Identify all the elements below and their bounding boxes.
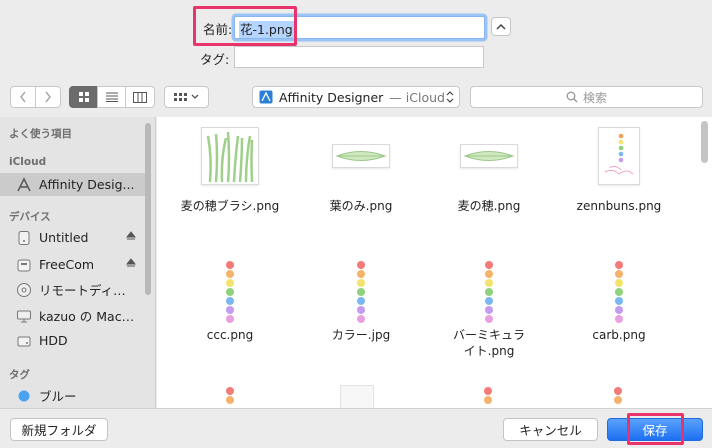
document-image-icon: [604, 133, 634, 175]
chevron-right-icon: [45, 91, 51, 103]
sidebar-item-remote-disc[interactable]: リモートディ…: [0, 278, 146, 301]
sidebar-item-label: Affinity Desig...: [39, 177, 135, 192]
app-store-icon: [17, 176, 31, 191]
file-item[interactable]: ccc.png: [165, 257, 295, 343]
arrange-icon: [173, 93, 198, 101]
sidebar-item-untitled[interactable]: Untitled: [0, 226, 146, 249]
color-dots-image: [225, 261, 235, 323]
file-item[interactable]: 麦の穂.png: [424, 127, 554, 214]
optical-disc-icon: [17, 282, 31, 297]
file-name: carb.png: [592, 328, 646, 342]
file-item[interactable]: バーミキュライト.png: [424, 257, 554, 359]
sidebar-item-tag-blue[interactable]: ブルー: [0, 384, 146, 407]
name-highlight-box: [193, 6, 297, 46]
file-item[interactable]: 葉のみ.png: [296, 127, 426, 214]
app-folder-icon: [259, 90, 273, 104]
file-name: 麦の穂.png: [457, 199, 521, 213]
file-thumbnail: [479, 257, 499, 323]
file-thumbnail: [351, 257, 371, 323]
color-dots-image: [356, 261, 366, 323]
leaf-image-icon: [463, 151, 515, 161]
external-disk-icon: [17, 259, 31, 271]
grid-icon: [78, 92, 89, 102]
computer-icon: [17, 310, 31, 322]
main-scrollbar[interactable]: [701, 121, 708, 163]
search-input[interactable]: 検索: [470, 86, 703, 108]
file-thumbnail: [460, 144, 518, 168]
disk-icon: [17, 336, 31, 346]
sidebar-section-devices: デバイス: [9, 211, 51, 223]
sidebar-section-tags: タグ: [9, 369, 30, 381]
column-view-button[interactable]: [125, 86, 155, 108]
arrange-menu-button[interactable]: [164, 86, 209, 108]
search-placeholder: 検索: [582, 90, 607, 105]
file-name: カラー.jpg: [331, 328, 391, 342]
file-name: ccc.png: [206, 328, 254, 342]
location-popup[interactable]: Affinity Designer — iCloud: [252, 86, 460, 108]
tag-input[interactable]: [234, 46, 484, 68]
icon-view-button[interactable]: [69, 86, 98, 108]
location-name: Affinity Designer: [279, 89, 384, 105]
sidebar-item-label: リモートディ…: [39, 283, 126, 298]
file-name: 葉のみ.png: [329, 199, 393, 213]
file-name: 麦の穂ブラシ.png: [180, 199, 280, 213]
sidebar-item-label: HDD: [39, 333, 68, 348]
sidebar-item-label: Untitled: [39, 230, 89, 245]
save-highlight-box: [627, 413, 684, 445]
file-name: バーミキュライト.png: [452, 328, 525, 358]
file-item[interactable]: カラー.jpg: [296, 257, 426, 343]
cancel-button[interactable]: キャンセル: [503, 418, 598, 441]
file-thumbnail-partial[interactable]: [614, 387, 624, 408]
tag-label: タグ:: [200, 52, 230, 67]
location-suffix: — iCloud: [389, 89, 445, 105]
sidebar-section-icloud: iCloud: [9, 156, 47, 168]
file-item[interactable]: carb.png: [554, 257, 684, 343]
tag-color-dot-icon: [18, 390, 30, 401]
color-dots-image: [484, 261, 494, 323]
forward-button[interactable]: [35, 86, 61, 108]
file-thumbnail-partial[interactable]: [226, 387, 236, 408]
color-dots-image: [614, 261, 624, 323]
new-folder-button[interactable]: 新規フォルダ: [10, 418, 108, 441]
sidebar-scrollbar[interactable]: [145, 123, 151, 295]
file-thumbnail-partial[interactable]: [484, 387, 494, 408]
sidebar-item-label: ブルー: [39, 389, 77, 404]
eject-icon: [126, 258, 136, 267]
list-icon: [105, 92, 118, 102]
sidebar-item-affinity[interactable]: Affinity Desig...: [0, 173, 146, 196]
file-item[interactable]: zennbuns.png: [554, 127, 684, 214]
file-thumbnail: [598, 127, 640, 185]
updown-chevron-icon: [446, 91, 454, 103]
sidebar-item-label: FreeCom: [39, 257, 95, 272]
file-item[interactable]: 麦の穂ブラシ.png: [165, 127, 295, 214]
sidebar-item-mac[interactable]: kazuo の Mac…: [0, 304, 146, 327]
eject-icon: [126, 231, 136, 240]
search-icon: [566, 91, 578, 103]
chevron-left-icon: [20, 91, 26, 103]
leaf-image-icon: [335, 151, 387, 161]
grass-image-icon: [206, 131, 254, 183]
file-name: zennbuns.png: [576, 199, 662, 213]
disk-icon: [18, 230, 30, 245]
document-file-partial[interactable]: [340, 385, 374, 408]
file-thumbnail: [201, 127, 259, 185]
sidebar: よく使う項目 iCloud Affinity Desig... デバイス Unt…: [0, 117, 156, 408]
file-thumbnail: [332, 144, 390, 168]
file-thumbnail: [609, 257, 629, 323]
file-browser: 麦の穂ブラシ.png 葉のみ.png 麦の穂.png zennbuns.png …: [157, 117, 712, 408]
sidebar-item-freecom[interactable]: FreeCom: [0, 253, 146, 276]
columns-icon: [133, 91, 147, 103]
chevron-up-icon: [496, 23, 506, 30]
list-view-button[interactable]: [97, 86, 126, 108]
sidebar-section-favorites: よく使う項目: [9, 128, 72, 140]
sidebar-item-hdd[interactable]: HDD: [0, 329, 146, 352]
file-thumbnail: [220, 257, 240, 323]
back-button[interactable]: [10, 86, 36, 108]
collapse-button[interactable]: [491, 17, 511, 36]
save-dialog-header: [0, 0, 712, 80]
sidebar-item-label: kazuo の Mac…: [39, 309, 135, 324]
